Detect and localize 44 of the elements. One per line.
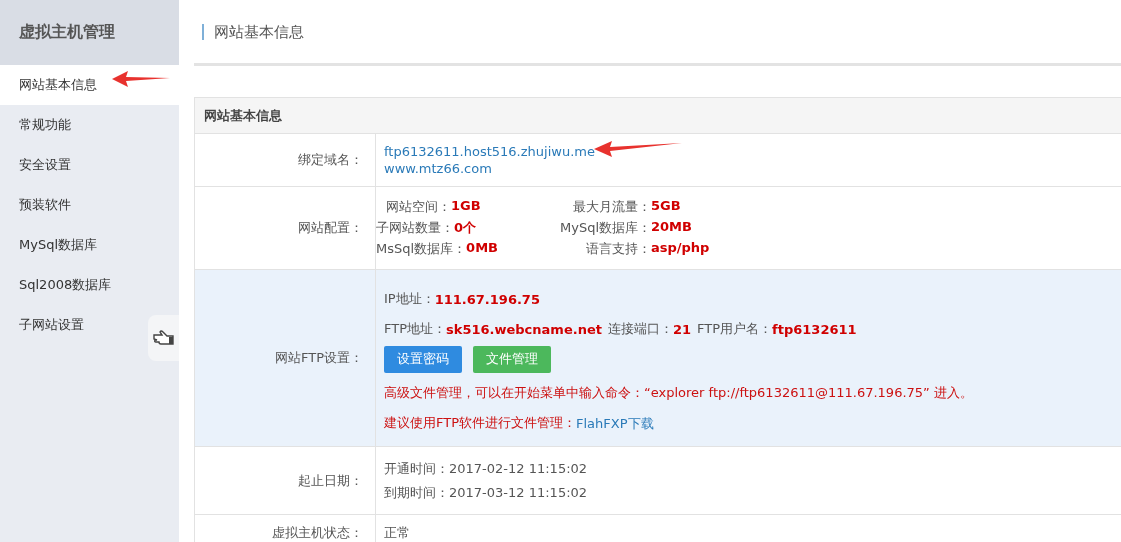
config-label: 语言支持： [585,240,651,258]
domain-link[interactable]: www.mtz66.com [384,161,492,176]
date-text: 到期时间：2017-03-12 11:15:02 [384,483,588,502]
sidebar-item[interactable]: 预装软件 [0,185,179,225]
date-text: 开通时间：2017-02-12 11:15:02 [384,459,588,478]
status-value: 正常 [384,524,410,542]
config-value: 20MB [651,219,693,236]
ftp-label: 连接端口： [607,320,673,338]
table-header: 网站基本信息 [195,98,1121,134]
tip-text: 高级文件管理，可以在开始菜单中输入命令：“explorer ftp://ftp6132611@111.67.196.75” 进入。 [384,384,973,402]
sidebar-item[interactable]: 网站基本信息 [0,65,179,105]
advice-text: 建议使用FTP软件进行文件管理： [384,414,577,432]
row-label: 网站配置： [195,187,376,269]
config-label: 子网站数量： [376,219,454,237]
ip-value: 111.67.196.75 [434,291,540,307]
config-value: 0MB [466,240,499,257]
page-title: 网站基本信息 [202,23,304,40]
ip-label: IP地址： [384,290,435,308]
config-value: 0个 [454,219,478,237]
domain-link[interactable]: ftp6132611.host516.zhujiwu.me [384,144,595,159]
config-label: MsSql数据库： [376,240,467,258]
hand-pointer-icon[interactable] [148,315,179,361]
row-label: 起止日期： [195,447,376,514]
sidebar-item[interactable]: MySql数据库 [0,225,179,265]
sidebar-item[interactable]: 安全设置 [0,145,179,185]
sidebar-title: 虚拟主机管理 [19,22,115,43]
action-button[interactable]: 设置密码 [384,345,462,373]
config-value: 1GB [451,198,482,215]
ftp-value: sk516.webcname.net [446,321,602,337]
row-label: 绑定域名： [195,134,376,186]
config-value: asp/php [651,240,711,257]
ftp-label: FTP用户名： [697,320,773,336]
sidebar-item[interactable]: Sql2008数据库 [0,265,179,305]
config-label: 最大月流量： [572,198,651,216]
ftp-value: 21 [672,321,692,337]
config-value: 5GB [651,198,682,215]
ftp-label: FTP地址： [384,320,447,338]
sidebar-item[interactable]: 常规功能 [0,105,179,145]
config-label: 网站空间： [385,198,451,216]
download-link[interactable]: FlahFXP下载 [576,414,654,432]
config-label: MySql数据库： [558,219,651,237]
row-label: 网站FTP设置： [195,270,376,446]
row-label: 虚拟主机状态： [195,515,376,542]
ftp-value: ftp6132611 [772,321,857,337]
